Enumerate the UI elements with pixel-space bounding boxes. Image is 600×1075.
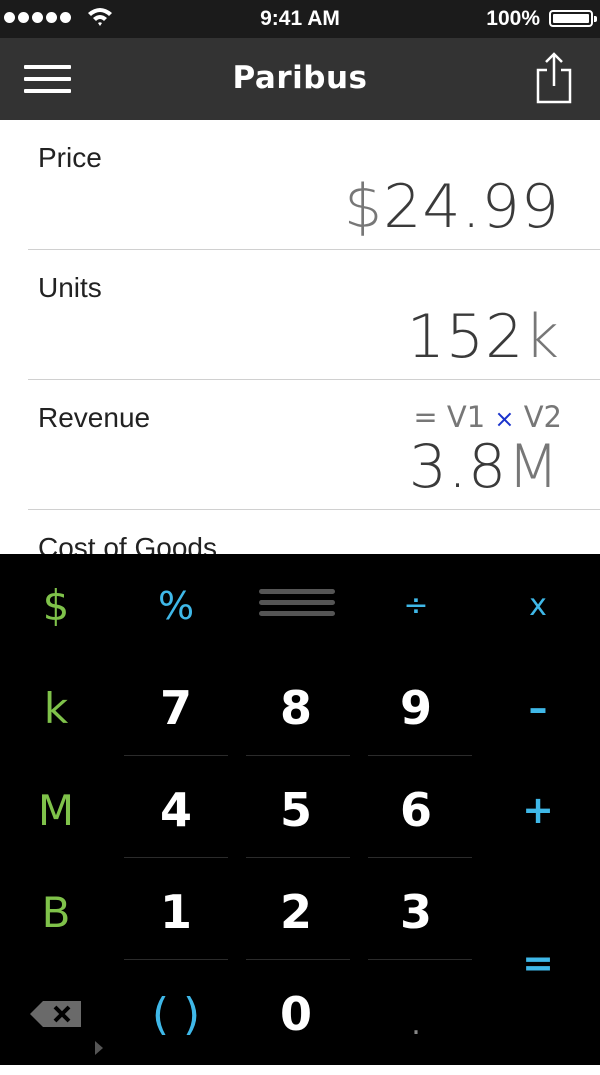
billion-key[interactable]: B <box>0 861 112 963</box>
status-bar: 9:41 AM 100% <box>0 0 600 38</box>
battery-icon <box>549 10 597 27</box>
value-suffix: M <box>507 432 560 502</box>
backspace-icon <box>30 1001 81 1027</box>
percent-key[interactable]: % <box>120 554 232 657</box>
value-number: 3.8 <box>408 432 508 502</box>
plus-key[interactable]: + <box>482 759 594 861</box>
row-revenue[interactable]: Revenue = V1 × V2 3.8M <box>28 380 600 510</box>
key-8[interactable]: 8 <box>240 657 352 759</box>
key-1[interactable]: 1 <box>120 861 232 963</box>
row-label: Revenue <box>38 402 151 433</box>
battery-percentage: 100% <box>486 7 540 30</box>
caret-right-icon <box>95 1041 103 1055</box>
parentheses-key[interactable]: ( ) <box>120 963 232 1065</box>
keypad: $ % ÷ x k 7 8 9 – M 4 5 6 + B 1 2 3 = ( … <box>0 554 600 1065</box>
key-6[interactable]: 6 <box>360 759 472 861</box>
value-number: 24.99 <box>383 172 560 242</box>
key-0[interactable]: 0 <box>240 963 352 1065</box>
value-number: 152 <box>406 302 525 372</box>
value-suffix: k <box>524 302 560 372</box>
million-key[interactable]: M <box>0 759 112 861</box>
row-value: $24.99 <box>344 172 560 242</box>
key-2[interactable]: 2 <box>240 861 352 963</box>
decimal-key[interactable]: . <box>360 973 472 1075</box>
formula-operator: × <box>494 405 515 433</box>
row-value: 3.8M <box>409 432 560 502</box>
row-label: Units <box>38 272 102 303</box>
key-5[interactable]: 5 <box>240 759 352 861</box>
app-title: Paribus <box>232 60 368 96</box>
row-units[interactable]: Units 152k <box>28 250 600 380</box>
dollar-key[interactable]: $ <box>0 554 112 657</box>
multiply-key[interactable]: x <box>482 554 594 657</box>
formula-left: = V1 <box>413 400 486 434</box>
key-9[interactable]: 9 <box>360 657 472 759</box>
row-label: Price <box>38 142 102 173</box>
row-price[interactable]: Price $24.99 <box>28 120 600 250</box>
currency-symbol: $ <box>344 172 384 242</box>
minus-key[interactable]: – <box>482 657 594 759</box>
key-4[interactable]: 4 <box>120 759 232 861</box>
share-icon[interactable] <box>535 52 573 104</box>
row-value: 152k <box>407 302 560 372</box>
key-3[interactable]: 3 <box>360 861 472 963</box>
equals-key[interactable]: = <box>482 861 594 1065</box>
drag-handle[interactable] <box>259 589 335 621</box>
thousand-key[interactable]: k <box>0 657 112 759</box>
formula: = V1 × V2 <box>413 400 562 434</box>
navigation-bar: Paribus <box>0 38 600 120</box>
formula-right: V2 <box>523 400 562 434</box>
key-7[interactable]: 7 <box>120 657 232 759</box>
divide-key[interactable]: ÷ <box>360 554 472 657</box>
